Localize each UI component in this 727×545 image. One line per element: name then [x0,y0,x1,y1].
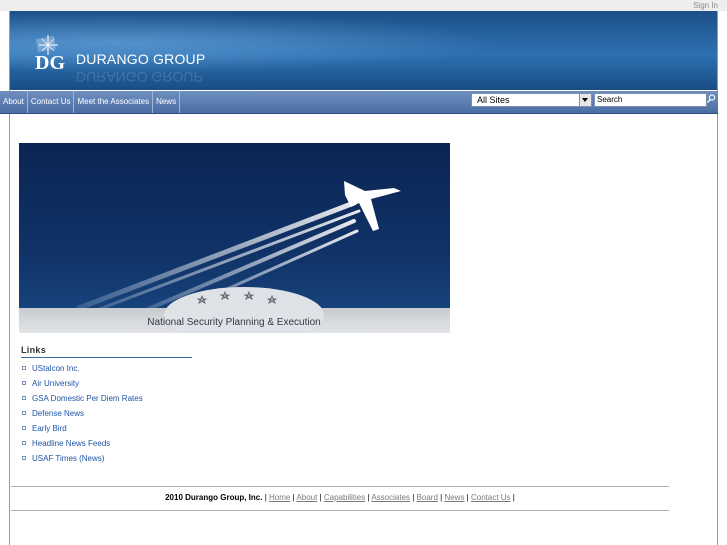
link-early-bird[interactable]: Early Bird [32,424,67,433]
links-divider [21,357,192,358]
list-item: USAF Times (News) [21,451,143,466]
footer-divider-top [11,486,669,487]
banner-caption: National Security Planning & Execution [147,317,320,328]
search-input[interactable]: Search [594,93,707,107]
links-list: UStalcon Inc. Air University GSA Domesti… [21,361,143,466]
bullet-icon [22,426,26,430]
footer-link-capabilities[interactable]: Capabilities [324,493,365,502]
logo-text[interactable]: DURANGO GROUP [76,51,205,67]
footer-link-news[interactable]: News [444,493,464,502]
nav-tab-news[interactable]: News [153,91,181,113]
link-usaf-times[interactable]: USAF Times (News) [32,454,104,463]
bullet-icon [22,381,26,385]
logo-reflection: DURANGO GROUP [76,69,203,85]
footer: 2010 Durango Group, Inc. | Home | About … [165,493,515,502]
bullet-icon [22,456,26,460]
links-heading: Links [21,345,47,355]
link-ustalcon[interactable]: UStalcon Inc. [32,364,80,373]
link-defense-news[interactable]: Defense News [32,409,84,418]
list-item: Defense News [21,406,143,421]
list-item: UStalcon Inc. [21,361,143,376]
footer-link-about[interactable]: About [296,493,317,502]
site-header: DG DURANGO GROUP DURANGO GROUP [10,11,717,90]
bullet-icon [22,411,26,415]
list-item: Headline News Feeds [21,436,143,451]
durango-logo-icon[interactable]: DG [34,35,74,71]
link-gsa-per-diem[interactable]: GSA Domestic Per Diem Rates [32,394,143,403]
chevron-down-icon[interactable] [579,94,591,106]
nav-tab-contact-us[interactable]: Contact Us [28,91,75,113]
banner-image: National Security Planning & Execution [19,143,450,333]
nav-tab-meet-the-associates[interactable]: Meet the Associates [74,91,154,113]
footer-link-home[interactable]: Home [269,493,290,502]
top-utility-bar: Sign In [0,0,727,11]
nav-tabs: About Contact Us Meet the Associates New… [0,91,181,113]
logo-mark-text: DG [35,52,65,71]
nav-tab-about[interactable]: About [0,91,28,113]
link-air-university[interactable]: Air University [32,379,79,388]
link-headline-news-feeds[interactable]: Headline News Feeds [32,439,110,448]
bullet-icon [22,441,26,445]
list-item: Early Bird [21,421,143,436]
sign-in-link[interactable]: Sign In [693,0,718,11]
list-item: Air University [21,376,143,391]
search-scope-value: All Sites [477,95,510,105]
search-icon[interactable] [706,93,716,105]
bullet-icon [22,396,26,400]
bullet-icon [22,366,26,370]
footer-link-board[interactable]: Board [417,493,438,502]
footer-link-associates[interactable]: Associates [371,493,410,502]
footer-divider-bottom [11,510,669,511]
copyright-text: 2010 Durango Group, Inc. [165,493,263,502]
list-item: GSA Domestic Per Diem Rates [21,391,143,406]
search-scope-dropdown[interactable]: All Sites [471,93,592,107]
footer-link-contact-us[interactable]: Contact Us [471,493,511,502]
